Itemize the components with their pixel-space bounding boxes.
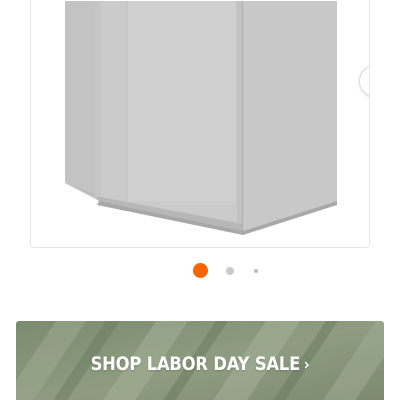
- banner-label-text: SHOP LABOR DAY SALE: [90, 353, 301, 375]
- carousel-pagination: [0, 262, 400, 278]
- product-image[interactable]: [31, 0, 370, 248]
- pagination-dot[interactable]: [254, 269, 258, 273]
- chevron-right-icon: [369, 73, 370, 89]
- product-image-card: [30, 0, 370, 248]
- pagination-dot-active[interactable]: [193, 263, 208, 278]
- pagination-dot[interactable]: [226, 267, 234, 275]
- banner-label: SHOP LABOR DAY SALE ›: [42, 353, 358, 375]
- product-page-viewport: SHOP LABOR DAY SALE ›: [0, 0, 400, 400]
- labor-day-sale-banner[interactable]: SHOP LABOR DAY SALE ›: [16, 321, 384, 400]
- chevron-right-icon: ›: [303, 355, 310, 375]
